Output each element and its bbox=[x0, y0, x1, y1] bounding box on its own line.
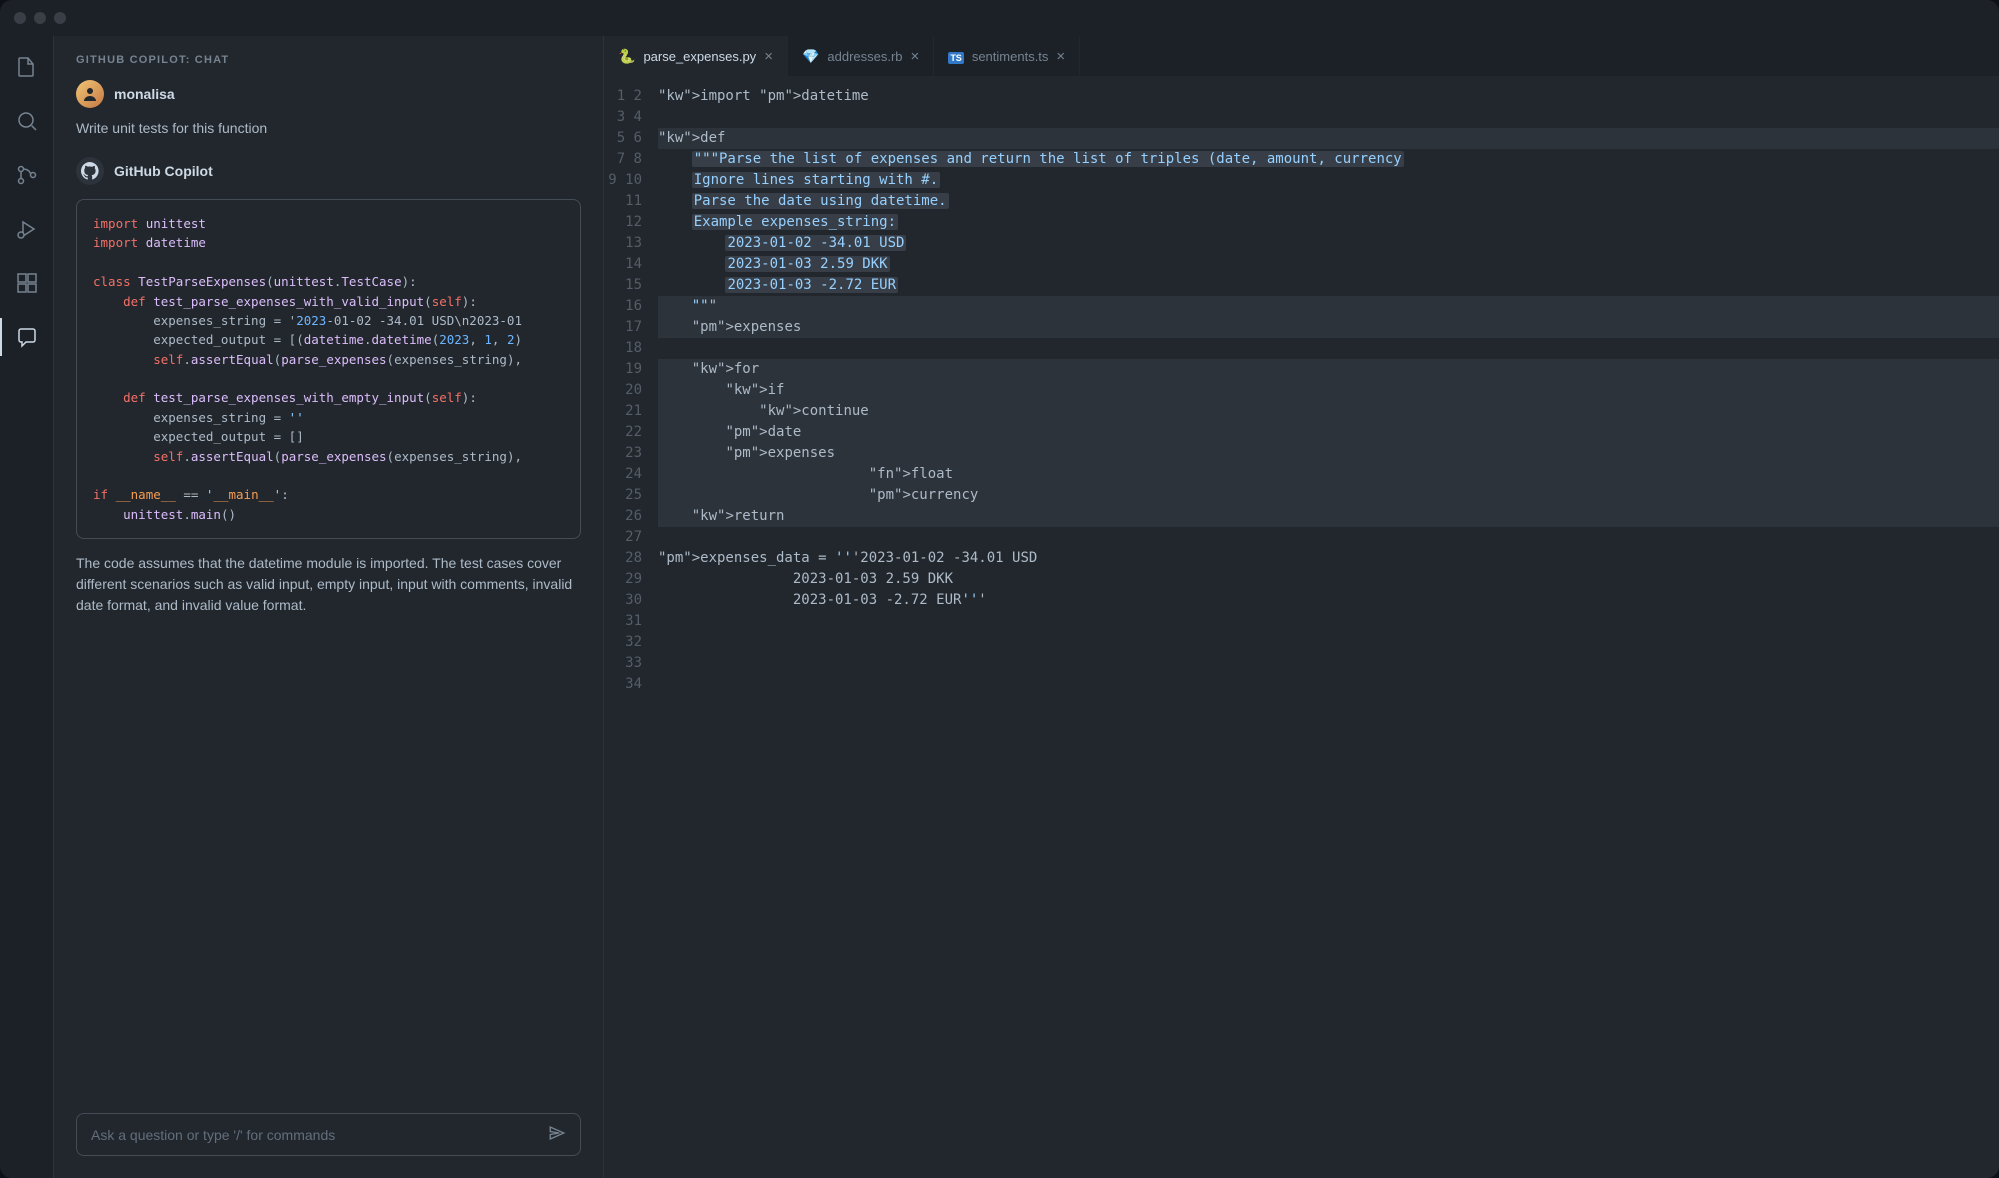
line-gutter: 1 2 3 4 5 6 7 8 9 10 11 12 13 14 15 16 1… bbox=[604, 86, 658, 1178]
assistant-explanation: The code assumes that the datetime modul… bbox=[76, 553, 581, 616]
file-icon: TS bbox=[948, 48, 964, 64]
file-icon: 🐍 bbox=[618, 48, 635, 65]
chat-input[interactable] bbox=[76, 1113, 581, 1156]
tab-label: parse_expenses.py bbox=[643, 49, 756, 64]
close-icon[interactable]: × bbox=[764, 48, 773, 65]
code-response: import unittest import datetime class Te… bbox=[76, 199, 581, 539]
titlebar bbox=[0, 0, 1999, 36]
assistant-name: GitHub Copilot bbox=[114, 163, 213, 179]
main-area: GITHUB COPILOT: CHAT monalisa Write unit… bbox=[0, 36, 1999, 1178]
minimize-window-button[interactable] bbox=[34, 12, 46, 24]
copilot-avatar bbox=[76, 157, 104, 185]
activity-bar bbox=[0, 36, 54, 1178]
search-icon[interactable] bbox=[14, 108, 40, 134]
chat-body: monalisa Write unit tests for this funct… bbox=[54, 80, 603, 1097]
code-editor[interactable]: 1 2 3 4 5 6 7 8 9 10 11 12 13 14 15 16 1… bbox=[604, 76, 1999, 1178]
close-icon[interactable]: × bbox=[1056, 48, 1065, 65]
user-message: monalisa Write unit tests for this funct… bbox=[76, 80, 581, 139]
chat-panel: GITHUB COPILOT: CHAT monalisa Write unit… bbox=[54, 36, 604, 1178]
user-name: monalisa bbox=[114, 86, 175, 102]
explorer-icon[interactable] bbox=[14, 54, 40, 80]
close-window-button[interactable] bbox=[14, 12, 26, 24]
tab-sentiments-ts[interactable]: TS sentiments.ts × bbox=[934, 36, 1080, 76]
extensions-icon[interactable] bbox=[14, 270, 40, 296]
editor-tabs: 🐍 parse_expenses.py × 💎 addresses.rb × TS senti… bbox=[604, 36, 1999, 76]
maximize-window-button[interactable] bbox=[54, 12, 66, 24]
tab-parse_expenses-py[interactable]: 🐍 parse_expenses.py × bbox=[604, 36, 788, 76]
chat-header: GITHUB COPILOT: CHAT bbox=[54, 36, 603, 80]
run-debug-icon[interactable] bbox=[14, 216, 40, 242]
code-content[interactable]: "kw">import "pm">datetime "kw">def "fn">… bbox=[658, 86, 1999, 1178]
tab-label: sentiments.ts bbox=[972, 49, 1049, 64]
user-avatar bbox=[76, 80, 104, 108]
source-control-icon[interactable] bbox=[14, 162, 40, 188]
tab-label: addresses.rb bbox=[827, 49, 902, 64]
close-icon[interactable]: × bbox=[911, 48, 920, 65]
assistant-message: GitHub Copilot import unittest import da… bbox=[76, 157, 581, 616]
send-icon[interactable] bbox=[548, 1124, 566, 1145]
user-prompt: Write unit tests for this function bbox=[76, 118, 581, 139]
app-window: GITHUB COPILOT: CHAT monalisa Write unit… bbox=[0, 0, 1999, 1178]
chat-input-container bbox=[54, 1097, 603, 1178]
editor-area: 🐍 parse_expenses.py × 💎 addresses.rb × TS senti… bbox=[604, 36, 1999, 1178]
file-icon: 💎 bbox=[802, 48, 819, 65]
chat-text-input[interactable] bbox=[91, 1127, 548, 1143]
copilot-chat-icon[interactable] bbox=[14, 324, 40, 350]
tab-addresses-rb[interactable]: 💎 addresses.rb × bbox=[788, 36, 934, 76]
